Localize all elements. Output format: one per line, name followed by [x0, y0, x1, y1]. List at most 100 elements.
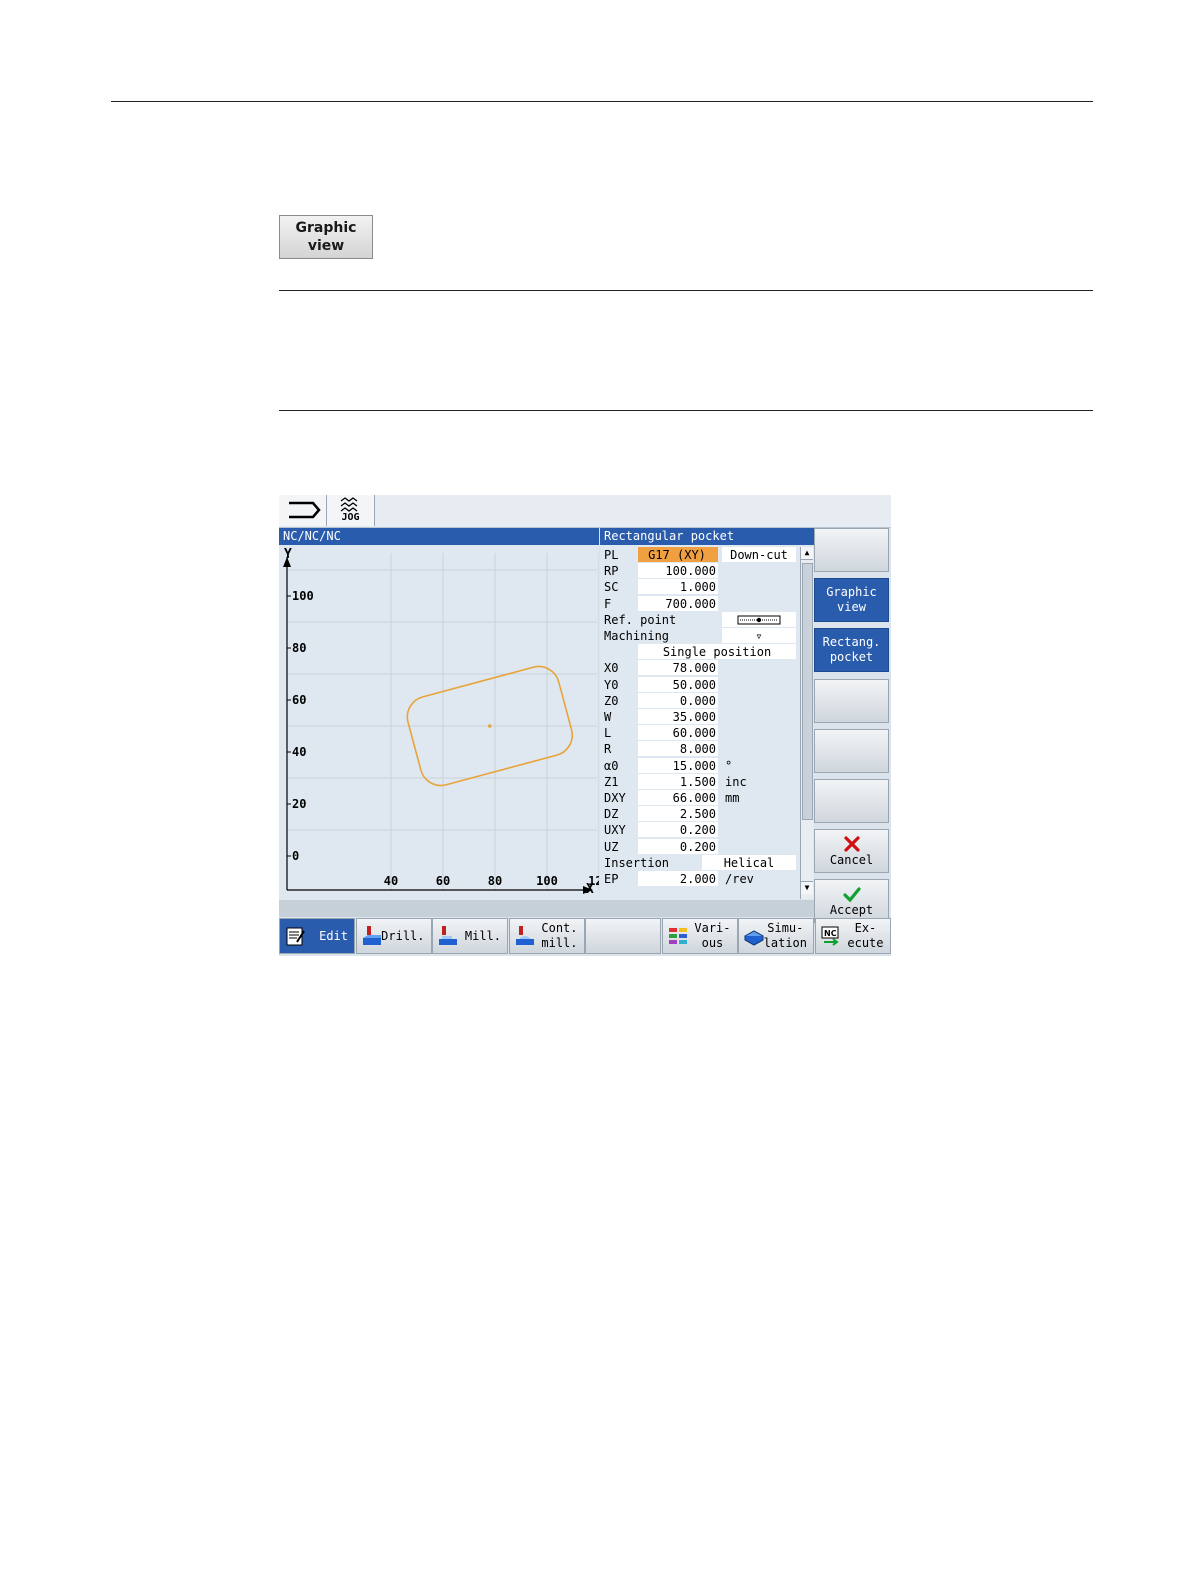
scroll-down-button[interactable]: ▼	[801, 881, 813, 894]
param-value-field[interactable]: 0.200	[638, 822, 718, 838]
softkey-drill[interactable]: Drill.	[355, 918, 432, 954]
param-row: α0 15.000 °	[600, 757, 798, 774]
param-unit[interactable]: mm	[725, 790, 739, 806]
softkey-empty[interactable]	[814, 528, 889, 572]
pocket-center-point	[488, 724, 492, 728]
jog-mode-button[interactable]: JOG	[327, 495, 375, 526]
softkey-empty[interactable]	[814, 779, 889, 823]
param-value-field[interactable]: 2.000	[638, 871, 718, 886]
param-value-field[interactable]: 60.000	[638, 725, 718, 741]
y-tick-label: 60	[292, 693, 306, 707]
insertion-selector[interactable]: Helical	[702, 854, 796, 870]
y-tick-label: 80	[292, 641, 306, 655]
y-tick-label: 20	[292, 797, 306, 811]
y-tick-label: 40	[292, 745, 306, 759]
param-row: F 700.000	[600, 595, 798, 612]
program-path-header: NC/NC/NC	[279, 528, 599, 545]
form-status-bar	[279, 900, 814, 917]
param-row: Single position	[600, 644, 798, 660]
param-unit[interactable]: inc	[725, 774, 747, 790]
softkey-mill[interactable]: Mill.	[432, 918, 508, 954]
param-row: L 60.000	[600, 725, 798, 741]
param-row: UXY 0.200	[600, 822, 798, 838]
param-label: W	[604, 710, 612, 724]
param-label: Z0	[604, 693, 619, 708]
softkey-empty[interactable]	[814, 728, 889, 773]
param-row: Ref. point	[600, 611, 798, 628]
param-row: DXY 66.000 mm	[600, 790, 798, 806]
param-label: DZ	[604, 807, 619, 822]
param-value-field[interactable]: 15.000	[638, 757, 718, 773]
scroll-thumb[interactable]	[802, 563, 813, 820]
param-row: Machining ▿	[600, 628, 798, 644]
ref-point-selector[interactable]	[722, 611, 796, 627]
param-row: Z0 0.000	[600, 692, 798, 709]
y-tick-label: 0	[292, 849, 299, 863]
drill-icon	[362, 926, 381, 945]
param-label: Z1	[604, 774, 619, 789]
parameter-form: PL G17 (XY) Down-cut RP 100.000 SC 1.000 F 700.0…	[600, 545, 814, 900]
param-value-field[interactable]: 8.000	[638, 741, 718, 757]
softkey-label: Simu- lation	[763, 921, 807, 950]
various-icon	[668, 928, 687, 944]
y-tick-label: 100	[292, 589, 314, 603]
top-bar: JOG	[279, 495, 891, 528]
form-title-header: Rectangular pocket	[600, 528, 814, 545]
plane-selector[interactable]: G17 (XY)	[638, 547, 718, 562]
x-tick-label: 40	[384, 874, 398, 888]
param-value-field[interactable]: 35.000	[638, 709, 718, 724]
softkey-ex-ecute[interactable]: NC Ex- ecute	[814, 918, 891, 954]
param-value-field[interactable]: 0.200	[638, 838, 718, 854]
softkey-label: Mill.	[464, 928, 501, 943]
param-value-field[interactable]: 66.000	[638, 790, 718, 805]
param-row: Insertion Helical	[600, 854, 798, 871]
softkey-simu-lation[interactable]: Simu- lation	[738, 918, 814, 954]
param-label: Machining	[604, 629, 670, 643]
param-label: Ref. point	[604, 612, 677, 627]
section-rule-2	[279, 410, 1093, 411]
ref-point-icon	[737, 615, 781, 625]
param-value-field[interactable]: 50.000	[638, 676, 718, 692]
softkey-empty[interactable]	[585, 918, 661, 954]
parameter-scrollbar[interactable]: ▲ ▼	[800, 547, 813, 899]
param-row: Y0 50.000	[600, 676, 798, 693]
param-label: X0	[604, 661, 619, 676]
position-mode-selector[interactable]: Single position	[638, 644, 796, 660]
softkey-empty[interactable]	[814, 678, 889, 723]
softkey-cont-mill[interactable]: Cont. mill.	[508, 918, 585, 954]
param-value-field[interactable]: 100.000	[638, 563, 718, 579]
param-value-field[interactable]: 0.000	[638, 692, 718, 708]
param-row: Z1 1.500 inc	[600, 773, 798, 790]
accept-icon	[842, 887, 861, 903]
y-axis-label: Y	[284, 547, 292, 562]
param-row: SC 1.000	[600, 579, 798, 595]
param-label: EP	[604, 872, 619, 886]
softkey-vari-ous[interactable]: Vari- ous	[661, 918, 738, 954]
softkey-label: Drill.	[381, 928, 425, 943]
param-label: UZ	[604, 839, 619, 854]
param-label: L	[604, 726, 612, 741]
softkey-accept[interactable]: Accept	[814, 879, 889, 924]
contour-mill-icon	[515, 926, 534, 945]
edit-icon	[286, 927, 305, 946]
x-tick-label: 60	[436, 874, 450, 888]
param-value-field[interactable]: 700.000	[638, 595, 718, 611]
param-label: UXY	[604, 823, 626, 838]
softkey-rectang-pocket[interactable]: Rectang. pocket	[814, 628, 889, 673]
softkey-edit[interactable]: Edit	[279, 918, 355, 954]
param-value-field[interactable]: 78.000	[638, 660, 718, 676]
hmi-screen: JOG NC/NC/NC Rectangular pocket Y X 40 60 80…	[279, 495, 891, 956]
menu-back-button[interactable]	[279, 495, 327, 526]
param-value-field[interactable]: 1.500	[638, 773, 718, 789]
param-row: DZ 2.500	[600, 806, 798, 822]
milling-direction-selector[interactable]: Down-cut	[722, 547, 796, 562]
softkey-cancel[interactable]: Cancel	[814, 829, 889, 874]
x-tick-label: 80	[488, 874, 502, 888]
jog-label: JOG	[341, 512, 360, 523]
softkey-label: Edit	[319, 928, 348, 943]
param-value-field[interactable]: 2.500	[638, 806, 718, 822]
scroll-up-button[interactable]: ▲	[801, 547, 813, 560]
param-value-field[interactable]: 1.000	[638, 579, 718, 595]
softkey-graphic-view[interactable]: Graphic view	[814, 578, 889, 623]
machining-selector[interactable]: ▿	[722, 628, 796, 643]
